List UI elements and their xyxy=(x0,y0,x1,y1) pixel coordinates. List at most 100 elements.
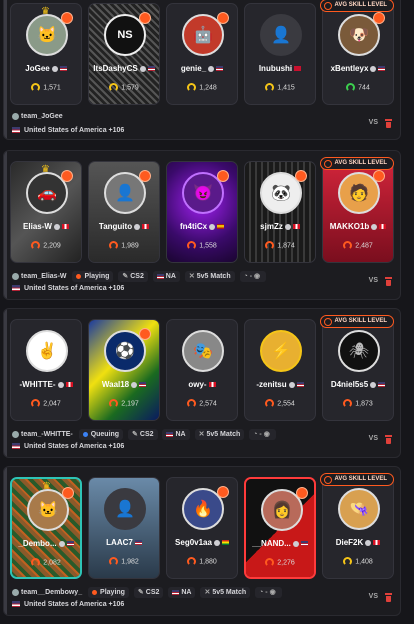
player-card[interactable]: ⚽ Waal18 2,197 xyxy=(88,319,160,421)
vs-button[interactable]: VS xyxy=(369,593,378,600)
team-card[interactable]: AVG SKILL LEVEL ✌ -WHITTE- 2,047 ⚽ Waal1… xyxy=(3,308,401,458)
level-badge-icon xyxy=(61,170,73,182)
player-elo: 1,558 xyxy=(199,242,217,250)
elo-gauge-icon xyxy=(109,241,119,250)
level-badge-icon xyxy=(373,170,385,182)
player-elo: 1,415 xyxy=(277,84,295,92)
swords-icon: ✕ xyxy=(204,589,211,596)
flag-icon xyxy=(66,541,74,547)
level-badge-icon xyxy=(295,170,307,182)
level-badge-icon xyxy=(139,12,151,24)
vs-button[interactable]: VS xyxy=(369,435,378,442)
verified-icon xyxy=(53,223,60,230)
team-card[interactable]: AVG SKILL LEVEL ♛ 🚗 Elias-W 2,209 👤 Tang… xyxy=(3,150,401,300)
player-name: DieF2K xyxy=(335,538,364,547)
team-icon xyxy=(12,272,19,280)
level-range-chip: ◔ - ◉ xyxy=(249,429,276,440)
region-label: United States of America +106 xyxy=(24,285,125,292)
avatar: ✌ xyxy=(26,330,68,372)
vs-button[interactable]: VS xyxy=(369,119,378,126)
team-card[interactable]: AVG SKILL LEVEL ♛ 🐱 _Dembo... 2,082 👤 LA… xyxy=(3,466,401,616)
trash-icon[interactable] xyxy=(385,435,392,444)
flag-icon xyxy=(142,224,150,230)
status-badge: Playing xyxy=(72,271,114,282)
avg-skill-level-tag: AVG SKILL LEVEL xyxy=(319,157,394,170)
player-card[interactable]: 😈 fn4tiCx 1,558 xyxy=(166,161,238,263)
player-elo: 2,197 xyxy=(121,400,139,408)
player-card[interactable]: ♛ 🚗 Elias-W 2,209 xyxy=(10,161,82,263)
team-name: team_-WHITTE- xyxy=(21,431,73,438)
elo-gauge-icon xyxy=(346,83,356,92)
verified-icon xyxy=(51,65,58,72)
player-card[interactable]: 👤 Inubushi 1,415 xyxy=(244,3,316,105)
verified-icon xyxy=(284,223,291,230)
verified-icon xyxy=(365,539,372,546)
trash-icon[interactable] xyxy=(385,277,392,286)
elo-gauge-icon xyxy=(109,399,119,408)
region-label: United States of America +106 xyxy=(24,443,125,450)
player-card[interactable]: ✌ -WHITTE- 2,047 xyxy=(10,319,82,421)
player-card[interactable]: 👤 Tanguito 1,989 xyxy=(88,161,160,263)
team-icon xyxy=(12,588,19,596)
status-dot-icon xyxy=(92,589,98,595)
trash-icon[interactable] xyxy=(385,119,392,128)
avatar: 🕷 xyxy=(338,330,380,372)
player-name: __NAND... xyxy=(252,539,291,548)
status-badge: Queuing xyxy=(78,429,124,440)
status-badge: Playing xyxy=(88,587,129,598)
player-card[interactable]: 🤖 genie_ 1,248 xyxy=(166,3,238,105)
flag-icon xyxy=(12,601,20,608)
flag-icon xyxy=(59,66,67,72)
flag-icon xyxy=(12,127,20,134)
flag-icon xyxy=(147,66,155,72)
elo-gauge-icon xyxy=(31,399,41,408)
player-card[interactable]: 🐶 xBentleyx 744 xyxy=(322,3,394,105)
level-badge-icon xyxy=(217,486,229,498)
flag-icon xyxy=(65,382,73,388)
player-card[interactable]: 🔥 Seg0v1aa 1,880 xyxy=(166,477,238,579)
player-card[interactable]: ⚡ -zenitsu 2,554 xyxy=(244,319,316,421)
flag-icon xyxy=(12,285,20,292)
team-stripe xyxy=(4,309,7,457)
player-elo: 1,989 xyxy=(121,242,139,250)
region-flag-icon xyxy=(156,273,164,279)
team-icon xyxy=(12,113,19,120)
trash-icon[interactable] xyxy=(385,593,392,602)
avg-skill-level-tag: AVG SKILL LEVEL xyxy=(319,473,394,486)
team-card[interactable]: AVG SKILL LEVEL ♛ 🐱 JoGee 1,571 NS ItsDa… xyxy=(3,0,401,140)
flag-icon xyxy=(12,443,20,450)
verified-icon xyxy=(208,65,215,72)
player-card[interactable]: ♛ 🐱 JoGee 1,571 xyxy=(10,3,82,105)
player-card[interactable]: 🐼 sjmZz 1,874 xyxy=(244,161,316,263)
player-name: MAKKO1b xyxy=(329,222,370,231)
player-name: Inubushi xyxy=(258,64,293,73)
elo-gauge-icon xyxy=(343,557,353,566)
elo-gauge-icon xyxy=(265,241,275,250)
player-card[interactable]: 🎭 owy- 2,574 xyxy=(166,319,238,421)
player-card[interactable]: 🧑 MAKKO1b 2,487 xyxy=(322,161,394,263)
player-card[interactable]: NS ItsDashyCS 1,579 xyxy=(88,3,160,105)
player-name: _Dembo... xyxy=(18,539,57,548)
elo-gauge-icon xyxy=(187,557,197,566)
player-card[interactable]: 🕷 D4niel5s5 1,873 xyxy=(322,319,394,421)
verified-icon xyxy=(139,65,146,72)
player-card[interactable]: 👩 __NAND... 2,276 xyxy=(244,477,316,579)
player-card[interactable]: 👒 DieF2K 1,408 xyxy=(322,477,394,579)
elo-gauge-icon xyxy=(31,241,41,250)
player-card[interactable]: 👤 LAAC7 1,982 xyxy=(88,477,160,579)
flag-icon xyxy=(378,382,386,388)
player-name: ItsDashyCS xyxy=(93,64,138,73)
flag-icon xyxy=(373,540,381,546)
player-elo: 2,209 xyxy=(43,242,61,250)
player-card[interactable]: ♛ 🐱 _Dembo... 2,082 xyxy=(10,477,82,579)
flag-icon xyxy=(217,224,225,230)
elo-gauge-icon xyxy=(265,399,275,408)
swords-icon: ✕ xyxy=(198,431,205,438)
flag-icon xyxy=(134,540,142,546)
player-name: -WHITTE- xyxy=(19,380,56,389)
vs-button[interactable]: VS xyxy=(369,277,378,284)
game-chip: ✎ CS2 xyxy=(118,271,148,282)
player-elo: 1,874 xyxy=(277,242,295,250)
game-chip: ✎ CS2 xyxy=(133,587,164,598)
game-chip: ✎ CS2 xyxy=(128,429,158,440)
